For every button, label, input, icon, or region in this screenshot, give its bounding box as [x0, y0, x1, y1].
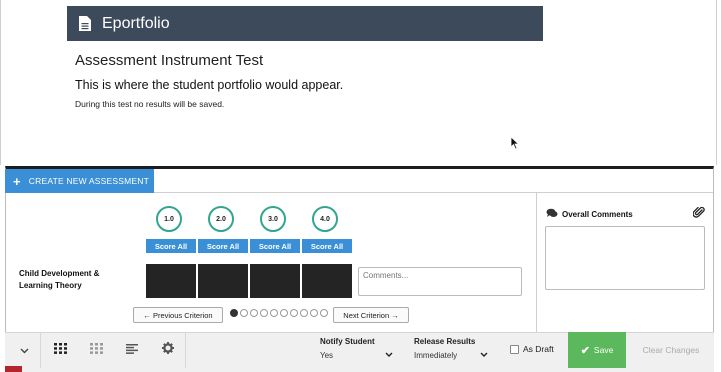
dotted-grid-icon [89, 341, 103, 359]
grid-view-icon [53, 341, 67, 359]
page-right-border [716, 0, 717, 165]
document-icon [78, 15, 94, 33]
as-draft-checkbox[interactable] [510, 345, 519, 354]
create-new-assessment-button[interactable]: + CREATE NEW ASSESSMENT [5, 169, 154, 193]
list-view-button[interactable] [118, 332, 146, 368]
as-draft-label[interactable]: As Draft [523, 344, 554, 354]
overall-comments-input[interactable] [545, 226, 705, 290]
panel-divider [536, 193, 537, 332]
notify-student-label: Notify Student [320, 337, 375, 346]
criterion-comments-input[interactable] [358, 267, 522, 296]
criterion-label: Child Development & Learning Theory [19, 269, 100, 290]
pagination-dot[interactable] [250, 309, 258, 317]
score-level-3: 3.0 [260, 206, 286, 232]
align-left-icon [126, 341, 138, 359]
save-label: Save [593, 345, 614, 355]
score-all-button-4[interactable]: Score All [302, 239, 352, 253]
test-note: During this test no results will be save… [75, 99, 225, 109]
rubric-cell-4[interactable] [302, 264, 352, 298]
collapse-button[interactable] [10, 332, 38, 368]
page-left-border [0, 0, 1, 165]
criterion-pagination [230, 309, 328, 317]
rubric-cell-2[interactable] [198, 264, 248, 298]
eportfolio-title: Eportfolio [102, 14, 170, 32]
release-results-value: Immediately [414, 351, 458, 360]
pagination-dot[interactable] [320, 309, 328, 317]
next-criterion-button[interactable]: Next Criterion → [333, 307, 409, 323]
eportfolio-header: Eportfolio [67, 6, 543, 41]
portfolio-placeholder-text: This is where the student portfolio woul… [75, 78, 344, 92]
score-all-button-2[interactable]: Score All [198, 239, 248, 253]
pagination-dot-current[interactable] [230, 309, 238, 317]
overall-comments-label: Overall Comments [562, 209, 633, 219]
pagination-dot[interactable] [260, 309, 268, 317]
notify-student-value: Yes [320, 351, 334, 360]
rubric-cell-3[interactable] [250, 264, 300, 298]
gear-icon [162, 341, 174, 359]
page-title: Assessment Instrument Test [75, 52, 264, 69]
mouse-cursor-icon [510, 136, 520, 150]
paperclip-icon[interactable] [692, 206, 705, 224]
pagination-dot[interactable] [290, 309, 298, 317]
release-results-label: Release Results [414, 337, 476, 346]
clear-changes-button[interactable]: Clear Changes [633, 332, 709, 368]
checkmark-icon: ✔ [580, 344, 590, 357]
overall-comments-heading: Overall Comments [546, 208, 633, 220]
save-button[interactable]: ✔ Save [568, 332, 626, 368]
pagination-dot[interactable] [240, 309, 248, 317]
chevron-down-icon [20, 341, 29, 359]
plus-icon: + [13, 173, 21, 189]
pagination-dot[interactable] [310, 309, 318, 317]
grid-view-button[interactable] [46, 332, 74, 368]
dotted-grid-view-button[interactable] [82, 332, 110, 368]
chevron-down-icon [480, 350, 488, 359]
score-level-1: 1.0 [156, 206, 182, 232]
settings-button[interactable] [154, 332, 182, 368]
toolbar-separator [185, 332, 186, 368]
pagination-dot[interactable] [280, 309, 288, 317]
score-all-button-1[interactable]: Score All [146, 239, 196, 253]
pagination-dot[interactable] [270, 309, 278, 317]
previous-criterion-button[interactable]: ← Previous Criterion [133, 307, 223, 323]
rubric-cell-1[interactable] [146, 264, 196, 298]
score-level-4: 4.0 [312, 206, 338, 232]
create-new-assessment-label: CREATE NEW ASSESSMENT [28, 176, 150, 186]
pagination-dot[interactable] [300, 309, 308, 317]
chevron-down-icon [385, 350, 393, 359]
score-level-2: 2.0 [208, 206, 234, 232]
toolbar-separator [40, 332, 41, 368]
comment-icon [546, 208, 558, 220]
score-all-button-3[interactable]: Score All [250, 239, 300, 253]
tab-divider [154, 192, 713, 193]
background-red-accent [5, 366, 22, 372]
